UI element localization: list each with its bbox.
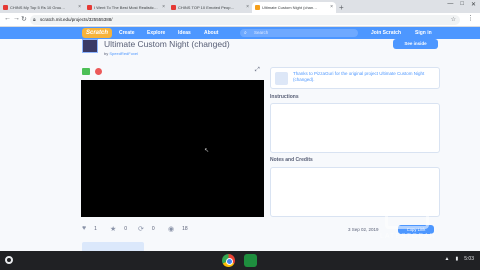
tab-label: Ultimate Custom Night (chan…: [262, 5, 318, 10]
youtube-icon: [171, 5, 176, 10]
heart-icon: ♥: [82, 225, 87, 232]
browser-tab[interactable]: CHINS My Top 5 Rs 10 Grou… ×: [0, 2, 84, 13]
remix-credit-box: Thanks to PizzaGuri for the original pro…: [270, 67, 440, 89]
remix-bar: [82, 242, 144, 251]
fullscreen-icon[interactable]: ⤢: [255, 67, 260, 74]
sign-in-link[interactable]: Sign in: [415, 27, 432, 39]
stop-icon[interactable]: [95, 68, 102, 75]
close-tab-icon[interactable]: ×: [162, 4, 165, 10]
instructions-label: Instructions: [270, 94, 299, 100]
url-text: scratch.mit.edu/projects/325555388/: [40, 17, 113, 22]
author-avatar[interactable]: [82, 39, 98, 53]
youtube-icon: [87, 5, 92, 10]
browser-tab-active[interactable]: Ultimate Custom Night (chan… ×: [252, 2, 336, 13]
favorite-count[interactable]: ★ 0: [110, 225, 127, 233]
address-bar: ← → ↻ 🔒︎ scratch.mit.edu/projects/325555…: [0, 13, 480, 27]
remix-credit-text[interactable]: Thanks to PizzaGuri for the original pro…: [293, 71, 438, 83]
author-link[interactable]: SpeedRedFoxel: [109, 51, 138, 56]
launcher-icon[interactable]: [5, 256, 13, 264]
close-tab-icon[interactable]: ×: [78, 4, 81, 10]
join-scratch-link[interactable]: Join Scratch: [371, 27, 401, 39]
lock-icon: 🔒︎: [33, 17, 36, 23]
back-icon[interactable]: ←: [4, 15, 11, 22]
see-inside-button[interactable]: See inside: [393, 39, 438, 49]
remix-count-value: 0: [151, 226, 155, 232]
search-input[interactable]: ⌕ Search: [240, 29, 358, 37]
os-taskbar: ▲ ▮ 5:03: [0, 251, 480, 270]
tab-label: I Went To The Best Most Realistic…: [94, 5, 158, 10]
shared-date: 3 Sep 02, 2019: [348, 227, 379, 232]
view-count-value: 18: [182, 226, 188, 232]
watermark-text: LATESTGEAR: [380, 233, 436, 240]
browser-tab[interactable]: CHINS TOP 10 Emoted Peop… ×: [168, 2, 252, 13]
nav-about[interactable]: About: [204, 27, 218, 39]
tab-label: CHINS TOP 10 Emoted Peop…: [178, 5, 235, 10]
forward-icon[interactable]: →: [13, 15, 20, 22]
youtube-icon: [3, 5, 8, 10]
browser-menu-icon[interactable]: ⋮: [467, 14, 474, 22]
remix-icon: ⟳: [138, 226, 144, 233]
wifi-icon: ▲: [444, 256, 450, 262]
close-tab-icon[interactable]: ×: [246, 4, 249, 10]
by-label: by: [104, 51, 109, 56]
eye-icon: ◉: [168, 226, 175, 233]
new-tab-button[interactable]: +: [339, 2, 344, 13]
reload-icon[interactable]: ↻: [21, 15, 27, 23]
nav-ideas[interactable]: Ideas: [178, 27, 191, 39]
browser-tab[interactable]: I Went To The Best Most Realistic… ×: [84, 2, 168, 13]
love-count[interactable]: ♥ 1: [82, 225, 97, 232]
notes-label: Notes and Credits: [270, 157, 313, 163]
bookmark-star-icon[interactable]: ☆: [451, 15, 456, 25]
favorite-count-value: 0: [124, 226, 128, 232]
original-project-thumbnail[interactable]: [275, 72, 288, 85]
watermark-logo: LATESTGEAR: [380, 189, 448, 249]
close-tab-icon[interactable]: ×: [330, 4, 333, 10]
nav-create[interactable]: Create: [119, 27, 135, 39]
files-app-icon[interactable]: [244, 254, 257, 267]
instructions-text: [270, 103, 440, 153]
project-page: Ultimate Custom Night (changed) by Speed…: [0, 39, 480, 251]
close-window-icon[interactable]: ✕: [471, 1, 476, 8]
url-field[interactable]: 🔒︎ scratch.mit.edu/projects/325555388/ ☆: [30, 15, 460, 25]
browser-tab-strip: CHINS My Top 5 Rs 10 Grou… × I Went To T…: [0, 0, 480, 13]
green-flag-icon[interactable]: [82, 68, 90, 75]
star-icon: ★: [110, 226, 117, 233]
tab-label: CHINS My Top 5 Rs 10 Grou…: [10, 5, 66, 10]
watermark-frame: [385, 189, 429, 229]
nav-explore[interactable]: Explore: [147, 27, 165, 39]
battery-icon: ▮: [455, 256, 459, 262]
view-count: ◉ 18: [168, 225, 188, 233]
project-title: Ultimate Custom Night (changed): [104, 39, 230, 49]
remix-count: ⟳ 0: [138, 225, 155, 233]
project-stage[interactable]: ↖: [81, 80, 264, 217]
scratch-logo[interactable]: Scratch: [82, 28, 112, 38]
system-tray[interactable]: ▲ ▮ 5:03: [445, 256, 474, 262]
scratch-favicon-icon: [255, 5, 260, 10]
search-icon: ⌕: [244, 30, 247, 36]
chrome-icon[interactable]: [222, 254, 235, 267]
clock: 5:03: [464, 256, 474, 262]
maximize-icon[interactable]: □: [460, 1, 464, 8]
search-placeholder: Search: [254, 30, 269, 35]
window-controls: — □ ✕: [447, 1, 476, 8]
love-count-value: 1: [94, 225, 97, 232]
project-author-line: by SpeedRedFoxel: [104, 51, 138, 56]
minimize-icon[interactable]: —: [447, 1, 453, 8]
mouse-cursor-icon: ↖: [204, 148, 210, 154]
scratch-navbar: Scratch Create Explore Ideas About ⌕ Sea…: [0, 27, 480, 39]
